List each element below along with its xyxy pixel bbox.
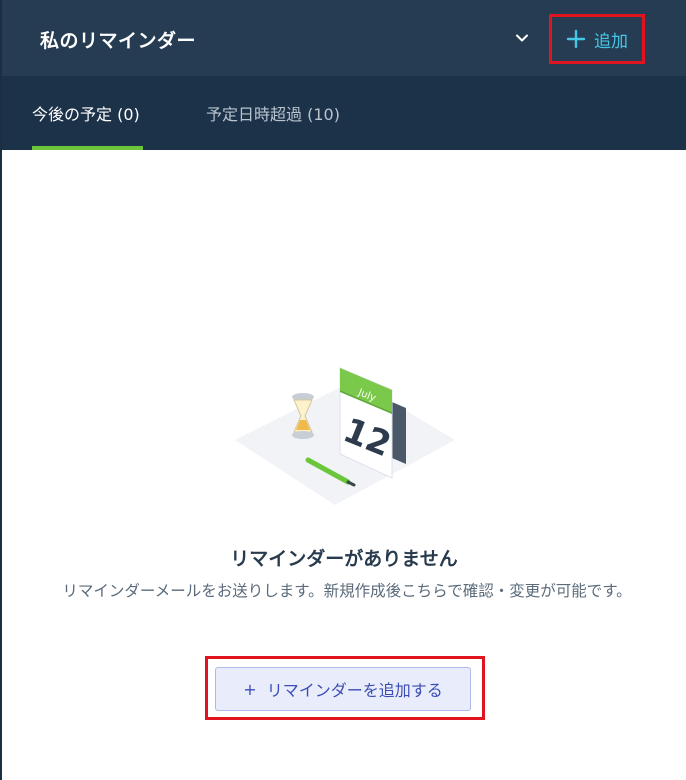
- empty-reminder-illustration: July 12: [235, 367, 455, 505]
- add-reminder-button[interactable]: + リマインダーを追加する: [215, 667, 471, 711]
- active-tab-indicator: [32, 146, 143, 150]
- panel-title: 私のリマインダー: [40, 30, 197, 52]
- empty-state-description: リマインダーメールをお送りします。新規作成後こちらで確認・変更が可能です。: [62, 582, 632, 600]
- add-reminder-label: リマインダーを追加する: [266, 681, 443, 700]
- add-reminder-header-button[interactable]: 追加: [549, 14, 645, 64]
- reminder-panel: 私のリマインダー 追加 今後の予定 (0) 予定日時超過 (10) July 1…: [0, 0, 686, 780]
- tab-bar: 今後の予定 (0) 予定日時超過 (10): [2, 76, 686, 150]
- plus-icon: [566, 29, 586, 49]
- tab-upcoming[interactable]: 今後の予定 (0): [32, 76, 140, 150]
- empty-state-title: リマインダーがありません: [230, 548, 458, 570]
- chevron-down-icon[interactable]: [514, 30, 530, 46]
- plus-icon: +: [243, 679, 257, 699]
- panel-header: 私のリマインダー 追加: [2, 0, 686, 76]
- tab-overdue[interactable]: 予定日時超過 (10): [206, 76, 340, 150]
- add-label: 追加: [594, 31, 628, 52]
